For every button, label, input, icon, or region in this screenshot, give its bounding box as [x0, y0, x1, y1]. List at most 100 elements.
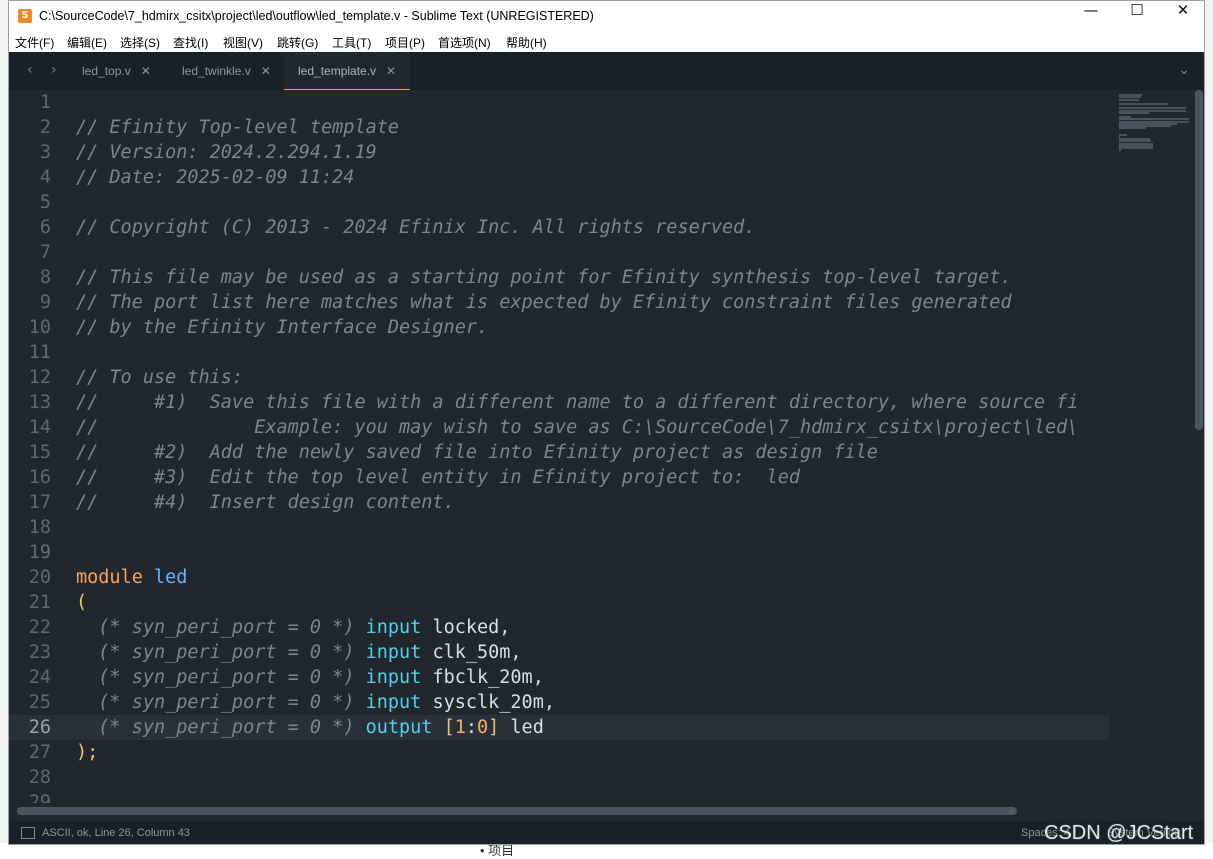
code-line[interactable]: 14 // Example: you may wish to save as C:… — [9, 415, 1109, 440]
tab-led-top[interactable]: led_top.v ✕ — [82, 52, 151, 90]
line-number: 22 — [28, 617, 51, 638]
token: sysclk_20m, — [421, 692, 555, 713]
close-icon[interactable]: ✕ — [141, 64, 151, 78]
code-line[interactable]: 20 module led — [9, 565, 1109, 590]
token: ( — [76, 592, 88, 613]
minimize-button[interactable]: — — [1068, 1, 1114, 32]
horizontal-scrollbar-thumb[interactable] — [17, 807, 1017, 815]
close-icon[interactable]: ✕ — [386, 64, 396, 78]
line-text: // Version: 2024.2.294.1.19 — [76, 140, 377, 165]
menu-goto[interactable]: 跳转(G) — [277, 34, 318, 51]
token: // #4) Insert design content. — [76, 492, 455, 513]
code-line[interactable]: 2 // Efinity Top-level template — [9, 115, 1109, 140]
maximize-button[interactable]: ☐ — [1114, 1, 1160, 32]
code-line[interactable]: 5 — [9, 190, 1109, 215]
line-text: // Efinity Top-level template — [76, 115, 399, 140]
code-line[interactable]: 1 — [9, 90, 1109, 115]
token: // Example: you may wish to save as C:\S… — [76, 417, 1079, 438]
vertical-scrollbar[interactable] — [1195, 90, 1203, 803]
code-line[interactable]: 11 — [9, 340, 1109, 365]
chevron-right-icon[interactable]: › — [51, 62, 57, 78]
vertical-scrollbar-thumb[interactable] — [1195, 90, 1203, 430]
line-number: 24 — [28, 667, 51, 688]
token: input — [365, 617, 422, 638]
token: output — [365, 717, 433, 738]
close-button[interactable]: ✕ — [1160, 1, 1204, 32]
minimap-line — [1119, 147, 1153, 149]
menu-help[interactable]: 帮助(H) — [506, 34, 547, 51]
line-number: 14 — [28, 417, 51, 438]
code-line[interactable]: 4 // Date: 2025-02-09 11:24 — [9, 165, 1109, 190]
token: // Copyright (C) 2013 - 2024 Efinix Inc.… — [76, 217, 756, 238]
background-window-right — [1205, 0, 1213, 855]
token: // The port list here matches what is ex… — [76, 292, 1012, 313]
token: // Version: 2024.2.294.1.19 — [76, 142, 377, 163]
close-icon[interactable]: ✕ — [261, 64, 271, 78]
code-line[interactable]: 25 (* syn_peri_port = 0 *) input sysclk_… — [9, 690, 1109, 715]
code-line[interactable]: 16 // #3) Edit the top level entity in Ef… — [9, 465, 1109, 490]
token: input — [365, 692, 422, 713]
line-text: ); — [76, 740, 98, 765]
line-text: (* syn_peri_port = 0 *) output [1:0] led — [76, 715, 544, 740]
code-line[interactable]: 24 (* syn_peri_port = 0 *) input fbclk_2… — [9, 665, 1109, 690]
code-line[interactable]: 23 (* syn_peri_port = 0 *) input clk_50m… — [9, 640, 1109, 665]
code-line[interactable]: 19 — [9, 540, 1109, 565]
menu-view[interactable]: 视图(V) — [223, 34, 263, 51]
chevron-down-icon[interactable]: ⌄ — [1178, 62, 1190, 78]
line-number: 17 — [28, 492, 51, 513]
token: : — [465, 717, 477, 738]
horizontal-scrollbar[interactable] — [17, 807, 1197, 815]
code-line[interactable]: 13 // #1) Save this file with a different… — [9, 390, 1109, 415]
code-editor[interactable]: 1 2 // Efinity Top-level template 3// Versi… — [9, 90, 1191, 803]
line-text: (* syn_peri_port = 0 *) input sysclk_20m… — [76, 690, 555, 715]
code-line[interactable]: 17 // #4) Insert design content. — [9, 490, 1109, 515]
line-number: 5 — [39, 192, 51, 213]
console-icon[interactable] — [21, 827, 35, 839]
menu-file[interactable]: 文件(F) — [15, 34, 54, 51]
code-line[interactable]: 12 // To use this: — [9, 365, 1109, 390]
code-line[interactable]: 21 ( — [9, 590, 1109, 615]
line-text: // To use this: — [76, 365, 243, 390]
code-line[interactable]: 3 // Version: 2024.2.294.1.19 — [9, 140, 1109, 165]
line-text: (* syn_peri_port = 0 *) input clk_50m, — [76, 640, 521, 665]
code-line[interactable]: 6 // Copyright (C) 2013 - 2024 Efinix Inc… — [9, 215, 1109, 240]
code-line[interactable]: 27); — [9, 740, 1109, 765]
token: // Date: 2025-02-09 11:24 — [76, 167, 355, 188]
line-number: 25 — [28, 692, 51, 713]
line-text: // #1) Save this file with a different n… — [76, 390, 1078, 415]
menu-project[interactable]: 项目(P) — [385, 34, 425, 51]
code-line[interactable]: 18 — [9, 515, 1109, 540]
code-line[interactable]: 22 (* syn_peri_port = 0 *) input locked, — [9, 615, 1109, 640]
menu-tools[interactable]: 工具(T) — [332, 34, 371, 51]
title-bar[interactable]: S C:\SourceCode\7_hdmirx_csitx\project\l… — [9, 1, 1204, 32]
token: // #2) Add the newly saved file into Efi… — [76, 442, 878, 463]
line-number: 2 — [39, 117, 51, 138]
code-line[interactable]: 28 — [9, 765, 1109, 790]
code-line[interactable]: 29 — [9, 790, 1109, 803]
code-line[interactable]: 10 // by the Efinity Interface Designer. — [9, 315, 1109, 340]
tab-led-twinkle[interactable]: led_twinkle.v ✕ — [182, 52, 271, 90]
menu-preferences[interactable]: 首选项(N) — [438, 34, 491, 51]
line-text: // #2) Add the newly saved file into Efi… — [76, 440, 878, 465]
code-line[interactable]: 15 // #2) Add the newly saved file into E… — [9, 440, 1109, 465]
code-line[interactable]: 7 — [9, 240, 1109, 265]
line-number: 4 — [39, 167, 51, 188]
minimap[interactable] — [1109, 90, 1191, 190]
sublime-app-icon: S — [18, 9, 32, 23]
chevron-left-icon[interactable]: ‹ — [27, 62, 33, 78]
code-line[interactable]: 8 // This file may be used as a starting … — [9, 265, 1109, 290]
menu-edit[interactable]: 编辑(E) — [67, 34, 107, 51]
code-line[interactable]: 26 (* syn_peri_port = 0 *) output [1:0] … — [9, 715, 1109, 740]
code-lines: 1 2 // Efinity Top-level template 3// Versi… — [9, 90, 1109, 803]
code-line[interactable]: 9 // The port list here matches what is e… — [9, 290, 1109, 315]
token: module — [76, 567, 143, 588]
menu-selection[interactable]: 选择(S) — [120, 34, 160, 51]
token: ] — [488, 717, 500, 738]
tab-led-template[interactable]: led_template.v ✕ — [284, 52, 411, 90]
menu-find[interactable]: 查找(I) — [173, 34, 208, 51]
token: (* syn_peri_port = 0 *) — [98, 667, 355, 688]
